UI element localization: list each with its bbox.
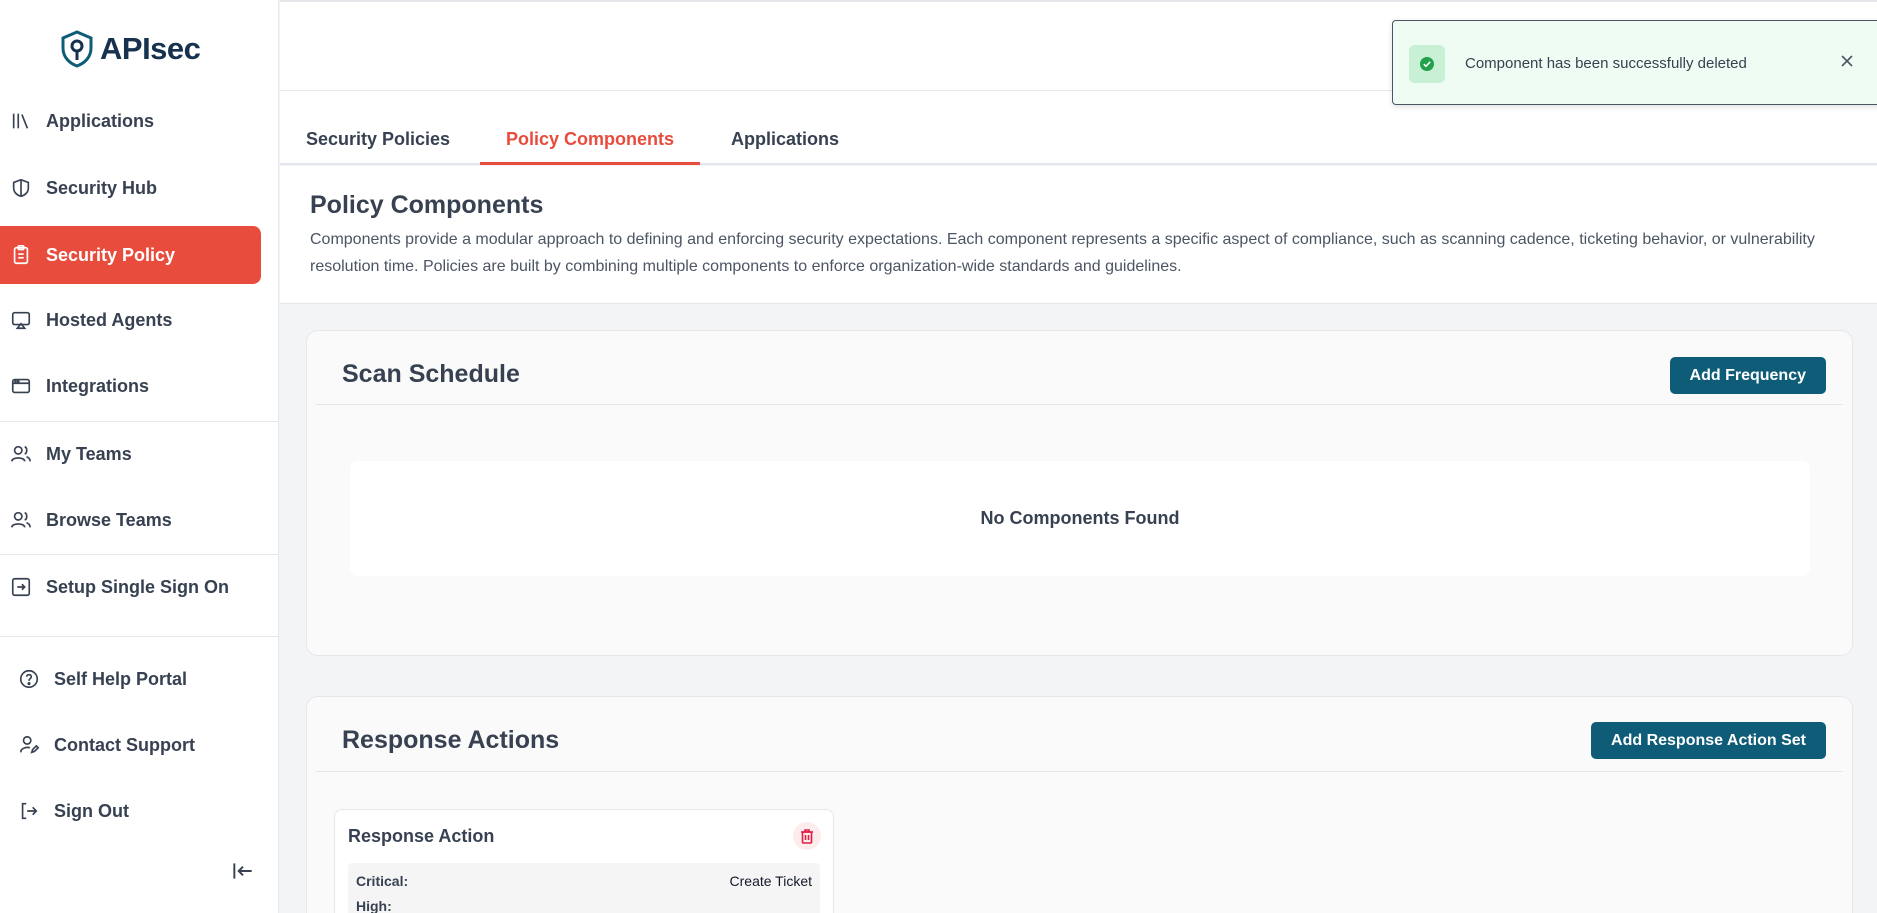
severity-row: Critical: Create Ticket <box>356 873 812 889</box>
log-out-icon <box>21 802 38 820</box>
add-response-action-set-button[interactable]: Add Response Action Set <box>1591 722 1826 759</box>
sidebar-item-label: Self Help Portal <box>54 668 188 689</box>
success-toast: Component has been successfully deleted <box>1392 20 1877 105</box>
brand-logo[interactable]: APIsec <box>60 28 201 70</box>
toast-message: Component has been successfully deleted <box>1465 55 1747 72</box>
sidebar-item-label: Setup Single Sign On <box>46 576 230 597</box>
sidebar-divider <box>0 636 279 637</box>
sidebar-divider <box>0 421 279 422</box>
empty-state: No Components Found <box>350 461 1810 576</box>
sidebar-item-label: Contact Support <box>54 734 195 755</box>
sidebar-item-self-help-portal[interactable]: Self Help Portal <box>0 650 261 708</box>
sidebar-item-label: Integrations <box>46 375 150 396</box>
sidebar-item-setup-sso[interactable]: Setup Single Sign On <box>0 558 261 616</box>
browser-window-icon <box>11 378 31 394</box>
response-action-title: Response Action <box>348 826 495 846</box>
sidebar-item-browse-teams[interactable]: Browse Teams <box>0 491 261 549</box>
apisec-logo-icon <box>61 30 93 68</box>
severity-action: Create Ticket <box>729 873 812 889</box>
library-icon <box>12 113 29 129</box>
sidebar-item-hosted-agents[interactable]: Hosted Agents <box>0 291 261 349</box>
sidebar-item-label: Browse Teams <box>46 509 172 530</box>
sidebar-item-security-hub[interactable]: Security Hub <box>0 159 261 217</box>
sidebar-item-label: Applications <box>46 110 155 131</box>
sidebar-item-label: Sign Out <box>54 800 129 821</box>
sidebar-divider <box>0 554 279 555</box>
sign-in-icon <box>11 577 31 597</box>
page-title: Policy Components <box>310 191 544 219</box>
sidebar-item-integrations[interactable]: Integrations <box>0 357 261 415</box>
sidebar-item-applications[interactable]: Applications <box>0 92 261 150</box>
sidebar-item-my-teams[interactable]: My Teams <box>0 425 261 483</box>
scan-schedule-card: Scan Schedule Add Frequency No Component… <box>306 330 1853 656</box>
monitor-icon <box>11 311 31 330</box>
trash-icon <box>801 828 813 844</box>
help-circle-icon <box>19 669 39 689</box>
sidebar: APIsec Applications Security Hub Securit… <box>0 0 279 913</box>
section-divider <box>316 404 1843 405</box>
section-divider <box>316 771 1843 772</box>
tab-policy-components[interactable]: Policy Components <box>480 129 701 165</box>
response-action-item: Response Action Critical: Create Ticket … <box>334 809 834 913</box>
section-title: Scan Schedule <box>342 360 520 388</box>
add-frequency-button[interactable]: Add Frequency <box>1669 357 1826 394</box>
severity-row: High: <box>356 898 812 913</box>
check-circle-icon <box>1420 57 1434 71</box>
severity-label: High: <box>356 898 392 913</box>
tab-security-policies[interactable]: Security Policies <box>280 129 476 165</box>
section-title: Response Actions <box>342 726 560 754</box>
brand-name: APIsec <box>100 31 201 66</box>
clipboard-icon <box>13 245 29 265</box>
page-intro: Policy Components Components provide a m… <box>280 166 1877 304</box>
sidebar-item-label: Hosted Agents <box>46 309 173 330</box>
response-action-details: Critical: Create Ticket High: <box>348 863 820 913</box>
response-actions-card: Response Actions Add Response Action Set… <box>306 696 1853 913</box>
sidebar-item-sign-out[interactable]: Sign Out <box>0 782 261 840</box>
tab-applications[interactable]: Applications <box>705 129 865 165</box>
sidebar-item-security-policy[interactable]: Security Policy <box>0 226 261 284</box>
sidebar-item-contact-support[interactable]: Contact Support <box>0 716 261 774</box>
sidebar-item-label: Security Policy <box>46 244 176 265</box>
sidebar-item-label: Security Hub <box>46 177 158 198</box>
shield-icon <box>12 178 30 198</box>
close-icon[interactable] <box>1837 51 1857 71</box>
page-description: Components provide a modular approach to… <box>310 231 1815 275</box>
sidebar-item-label: My Teams <box>46 443 132 464</box>
users-icon <box>11 445 31 462</box>
severity-label: Critical: <box>356 873 409 889</box>
toast-status <box>1409 45 1445 83</box>
users-icon <box>11 511 31 528</box>
delete-button[interactable] <box>793 822 821 850</box>
user-pen-icon <box>19 735 40 754</box>
collapse-sidebar-icon[interactable] <box>230 858 256 884</box>
